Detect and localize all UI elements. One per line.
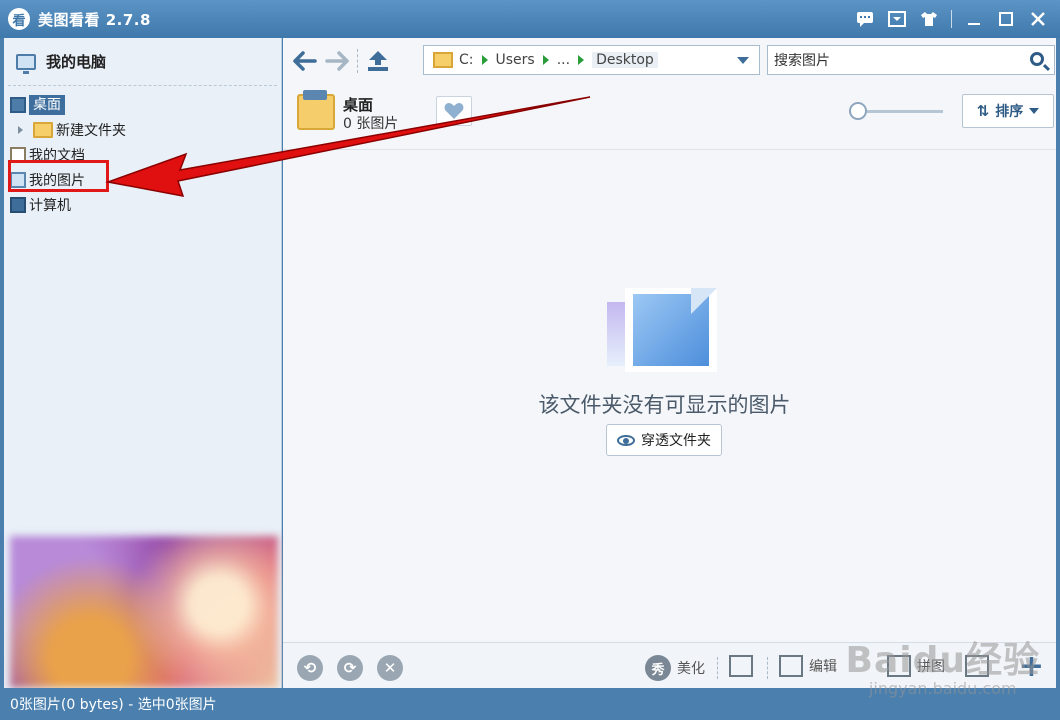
breadcrumb-item[interactable]: ... xyxy=(557,52,570,68)
sidebar-header-label: 我的电脑 xyxy=(46,53,107,71)
maximize-icon[interactable] xyxy=(990,8,1022,30)
breadcrumb-arrow-icon[interactable] xyxy=(542,55,549,65)
watermark: Baidu经验 jingyan.baidu.com xyxy=(846,631,1040,698)
sidebar-item-new-folder[interactable]: 新建文件夹 xyxy=(4,117,281,142)
zoom-slider-handle[interactable] xyxy=(849,102,867,120)
rotate-left-icon[interactable]: ⟲ xyxy=(297,655,323,681)
folder-tree: 桌面 新建文件夹 我的文档 我的图片 计算机 xyxy=(4,86,281,217)
slideshow-button[interactable] xyxy=(729,655,753,677)
computer-icon xyxy=(10,196,26,213)
monitor-icon xyxy=(16,53,36,74)
toolbar-separator xyxy=(767,657,768,679)
folder-icon xyxy=(33,121,53,138)
sidebar-item-label: 新建文件夹 xyxy=(56,122,126,139)
sort-label: 排序 xyxy=(995,104,1024,120)
favorite-button[interactable] xyxy=(436,96,472,126)
expand-arrow-icon[interactable] xyxy=(18,125,23,134)
pierce-folder-button[interactable]: 穿透文件夹 xyxy=(606,424,722,456)
empty-folder-illustration xyxy=(607,284,717,374)
app-logo-icon: 看 xyxy=(8,8,30,30)
breadcrumb-item[interactable]: Users xyxy=(496,52,535,68)
folder-info-bar: 桌面 0 张图片 ⇅ 排序 xyxy=(283,86,1056,150)
sort-icon: ⇅ xyxy=(976,102,990,120)
edit-icon xyxy=(779,655,803,677)
chevron-down-icon xyxy=(1029,108,1040,114)
highlight-box xyxy=(8,160,109,192)
edit-label: 编辑 xyxy=(809,659,837,675)
watermark-url: jingyan.baidu.com xyxy=(868,679,1017,698)
chat-icon[interactable] xyxy=(849,8,881,30)
menu-icon[interactable] xyxy=(881,8,913,30)
search-icon[interactable] xyxy=(1030,52,1044,66)
sidebar-header[interactable]: 我的电脑 xyxy=(8,38,277,86)
delete-icon[interactable]: ✕ xyxy=(377,655,403,681)
rotate-right-icon[interactable]: ⟳ xyxy=(337,655,363,681)
beautify-label: 美化 xyxy=(677,661,705,677)
eye-icon xyxy=(617,434,635,446)
window-controls xyxy=(849,8,1054,30)
sidebar-item-computer[interactable]: 计算机 xyxy=(4,192,281,217)
minimize-icon[interactable] xyxy=(958,8,990,30)
desktop-icon xyxy=(10,96,26,113)
toolbar-separator xyxy=(357,49,358,73)
back-arrow-icon[interactable] xyxy=(289,46,321,76)
up-folder-icon[interactable] xyxy=(362,46,394,76)
toolbar-separator xyxy=(717,657,718,679)
sidebar-item-label: 桌面 xyxy=(29,94,65,115)
breadcrumb-arrow-icon[interactable] xyxy=(578,55,585,65)
breadcrumb-arrow-icon[interactable] xyxy=(481,55,488,65)
pierce-folder-label: 穿透文件夹 xyxy=(641,433,711,449)
folder-icon xyxy=(433,52,453,68)
empty-state-message: 该文件夹没有可显示的图片 xyxy=(538,393,791,417)
title-bar: 看 美图看看 2.7.8 xyxy=(0,0,1060,38)
watermark-logo: Baidu经验 xyxy=(845,640,1040,681)
chevron-down-icon[interactable] xyxy=(737,57,749,64)
close-icon[interactable] xyxy=(1022,8,1054,30)
breadcrumb-item[interactable]: C: xyxy=(459,52,474,68)
edit-button[interactable]: 编辑 xyxy=(779,655,837,677)
image-preview xyxy=(10,536,278,688)
app-title: 美图看看 2.7.8 xyxy=(38,10,151,29)
status-text: 0张图片(0 bytes) - 选中0张图片 xyxy=(10,697,217,713)
breadcrumb: C: Users ... Desktop xyxy=(459,52,658,68)
address-bar[interactable]: C: Users ... Desktop xyxy=(423,45,760,75)
heart-icon xyxy=(444,103,464,119)
sidebar: 我的电脑 桌面 新建文件夹 我的文档 我的图片 计算机 xyxy=(4,38,282,688)
slideshow-icon xyxy=(729,655,753,677)
beautify-icon: 秀 xyxy=(645,655,671,681)
main-pane: C: Users ... Desktop 搜索图片 桌面 0 张图片 ⇅ 排序 xyxy=(283,38,1056,688)
sort-button[interactable]: ⇅ 排序 xyxy=(962,94,1054,128)
beautify-button[interactable]: 秀 美化 xyxy=(645,655,705,681)
folder-name: 桌面 xyxy=(343,96,374,114)
search-input[interactable]: 搜索图片 xyxy=(767,45,1055,75)
skin-icon[interactable] xyxy=(913,8,945,30)
folder-icon xyxy=(297,90,335,130)
sidebar-item-desktop[interactable]: 桌面 xyxy=(4,92,281,117)
title-separator xyxy=(951,10,952,28)
breadcrumb-item[interactable]: Desktop xyxy=(592,52,658,68)
folder-image-count: 0 张图片 xyxy=(343,116,399,132)
search-placeholder: 搜索图片 xyxy=(774,53,830,69)
forward-arrow-icon[interactable] xyxy=(321,46,353,76)
sidebar-item-label: 计算机 xyxy=(29,197,71,214)
